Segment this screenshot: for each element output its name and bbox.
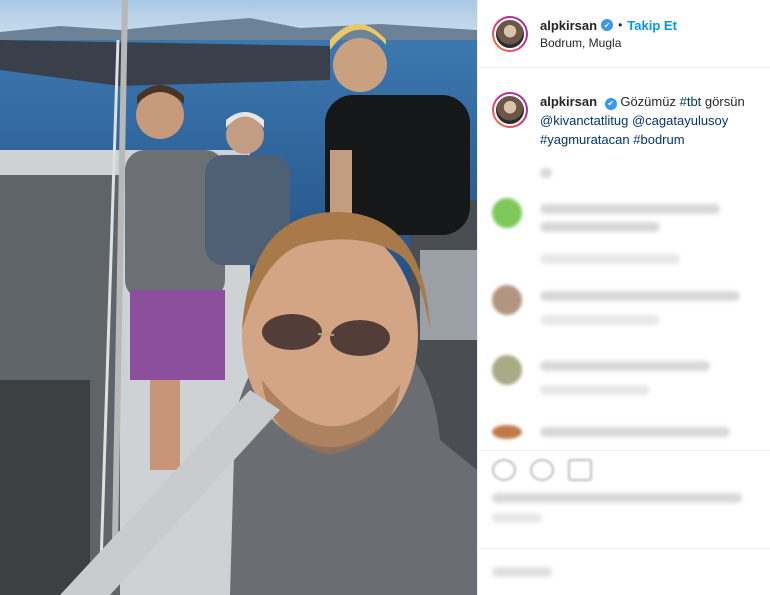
comment-item	[492, 198, 757, 268]
comment-meta-blurred	[540, 254, 680, 264]
comment-text-blurred	[540, 361, 710, 371]
caption-text: görsün	[704, 94, 745, 109]
boat-selfie-image	[0, 0, 477, 595]
follow-button[interactable]: Takip Et	[627, 18, 677, 33]
post-photo[interactable]	[0, 0, 477, 595]
verified-badge-icon: ✔	[601, 19, 614, 31]
comment-item	[492, 355, 757, 405]
comment-text-blurred	[540, 291, 740, 301]
share-icon[interactable]	[568, 459, 592, 481]
caption-username[interactable]: alpkirsan	[540, 94, 597, 109]
likes-text-blurred	[492, 493, 742, 503]
comment-item	[492, 425, 757, 445]
verified-badge-icon: ✔	[604, 97, 617, 110]
comment-meta-blurred	[540, 315, 660, 325]
comment-text-blurred	[540, 427, 730, 437]
post-actions	[478, 450, 770, 531]
add-comment-input-blurred[interactable]	[492, 567, 552, 577]
post-location[interactable]: Bodrum, Mugla	[540, 36, 677, 50]
separator-dot: •	[618, 18, 623, 32]
comment-text-blurred	[540, 222, 660, 232]
mention-link[interactable]: @cagatayulusoy	[632, 113, 728, 128]
commenter-avatar[interactable]	[492, 355, 522, 385]
hashtag-link[interactable]: #tbt	[680, 94, 702, 109]
post-caption: alpkirsan ✔ Gözümüz #tbt görsün @kivanct…	[478, 68, 770, 149]
commenter-avatar[interactable]	[492, 285, 522, 315]
caption-author-avatar[interactable]	[492, 92, 528, 128]
comment-item	[492, 285, 757, 335]
post-side-panel: alpkirsan ✔ • Takip Et Bodrum, Mugla alp…	[477, 0, 770, 595]
commenter-avatar[interactable]	[492, 198, 522, 228]
post-date-blurred	[492, 513, 542, 523]
post-header: alpkirsan ✔ • Takip Et Bodrum, Mugla	[478, 0, 770, 68]
author-username[interactable]: alpkirsan	[540, 18, 597, 33]
author-avatar[interactable]	[492, 15, 528, 52]
caption-timestamp-blurred	[540, 168, 552, 178]
commenter-avatar[interactable]	[492, 425, 522, 439]
heart-icon[interactable]	[492, 459, 516, 481]
comment-icon[interactable]	[530, 459, 554, 481]
add-comment-area[interactable]	[478, 548, 770, 595]
caption-text: Gözümüz	[620, 94, 676, 109]
comment-text-blurred	[540, 204, 720, 214]
mention-link[interactable]: @kivanctatlitug	[540, 113, 628, 128]
hashtag-link[interactable]: #bodrum	[633, 132, 684, 147]
comment-meta-blurred	[540, 385, 650, 395]
hashtag-link[interactable]: #yagmuratacan	[540, 132, 630, 147]
instagram-post: alpkirsan ✔ • Takip Et Bodrum, Mugla alp…	[0, 0, 770, 595]
